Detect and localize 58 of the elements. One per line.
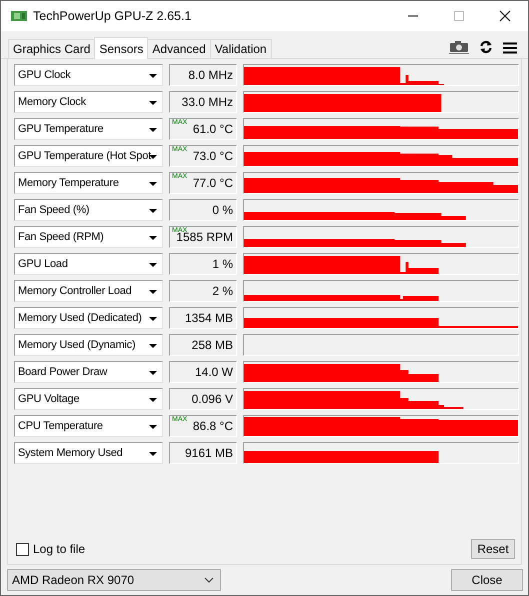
sensor-value: 9161 MB [184, 446, 233, 460]
caret-icon [149, 209, 157, 213]
caret-icon [149, 425, 157, 429]
sensor-dropdown[interactable]: GPU Clock [14, 64, 163, 86]
sensor-dropdown[interactable]: GPU Voltage [14, 388, 163, 410]
sensor-value: 1 % [212, 257, 233, 271]
graphics-card-icon [11, 10, 27, 22]
sensor-dropdown[interactable]: Memory Controller Load [14, 280, 163, 302]
sensor-value: 0 % [212, 203, 233, 217]
sensor-value: 86.8 °C [192, 419, 233, 433]
caret-icon [149, 182, 157, 186]
sensor-dropdown[interactable]: Memory Clock [14, 91, 163, 113]
checkbox[interactable] [16, 542, 29, 556]
window-title: TechPowerUp GPU-Z 2.65.1 [33, 9, 192, 23]
caret-icon [149, 371, 157, 375]
caret-icon [149, 236, 157, 240]
tab[interactable]: Sensors [94, 37, 148, 59]
chevron-icon [204, 577, 214, 583]
close-button[interactable]: Close [451, 569, 523, 591]
sensor-value: 14.0 W [194, 365, 233, 379]
sensor-dropdown[interactable]: GPU Temperature [14, 118, 163, 140]
camera-icon[interactable] [449, 40, 469, 54]
caret-icon [149, 398, 157, 402]
sensor-value: 77.0 °C [192, 176, 233, 190]
sensor-dropdown[interactable]: Memory Temperature [14, 172, 163, 194]
caret-icon [149, 101, 157, 105]
sensor-dropdown[interactable]: Memory Used (Dynamic) [14, 334, 163, 356]
sensor-dropdown[interactable]: Fan Speed (RPM) [14, 226, 163, 248]
tab[interactable]: Validation [210, 39, 272, 58]
sensor-value: 33.0 MHz [182, 95, 233, 109]
sensor-value: 8.0 MHz [188, 68, 233, 82]
close-icon[interactable] [499, 10, 511, 22]
sensor-value: 61.0 °C [192, 122, 233, 136]
sensor-dropdown[interactable]: GPU Temperature (Hot Spot [14, 145, 163, 167]
caret-icon [149, 317, 157, 321]
sensor-dropdown[interactable]: GPU Load [14, 253, 163, 275]
sensor-value: 2 % [212, 284, 233, 298]
caret-icon [149, 263, 157, 267]
caret-icon [149, 128, 157, 132]
menu-icon[interactable] [503, 42, 517, 54]
sensor-dropdown[interactable]: System Memory Used [14, 442, 163, 464]
sensor-value: 258 MB [192, 338, 233, 352]
sensor-value: 1354 MB [184, 311, 233, 325]
sensor-dropdown[interactable]: CPU Temperature [14, 415, 163, 437]
caret-icon [149, 344, 157, 348]
refresh-icon[interactable] [479, 40, 493, 54]
caret-icon [149, 290, 157, 294]
sensor-dropdown[interactable]: Memory Used (Dedicated) [14, 307, 163, 329]
caret-icon [149, 452, 157, 456]
caret-icon [149, 74, 157, 78]
reset-button[interactable]: Reset [471, 539, 515, 559]
sensor-value: 0.096 V [192, 392, 233, 406]
sensor-value: 73.0 °C [192, 149, 233, 163]
device-dropdown[interactable]: AMD Radeon RX 9070 [7, 569, 221, 591]
sensor-dropdown[interactable]: Fan Speed (%) [14, 199, 163, 221]
sensor-dropdown[interactable]: Board Power Draw [14, 361, 163, 383]
checkbox-label: Log to file [33, 542, 86, 556]
tab[interactable]: Graphics Card [8, 39, 96, 58]
